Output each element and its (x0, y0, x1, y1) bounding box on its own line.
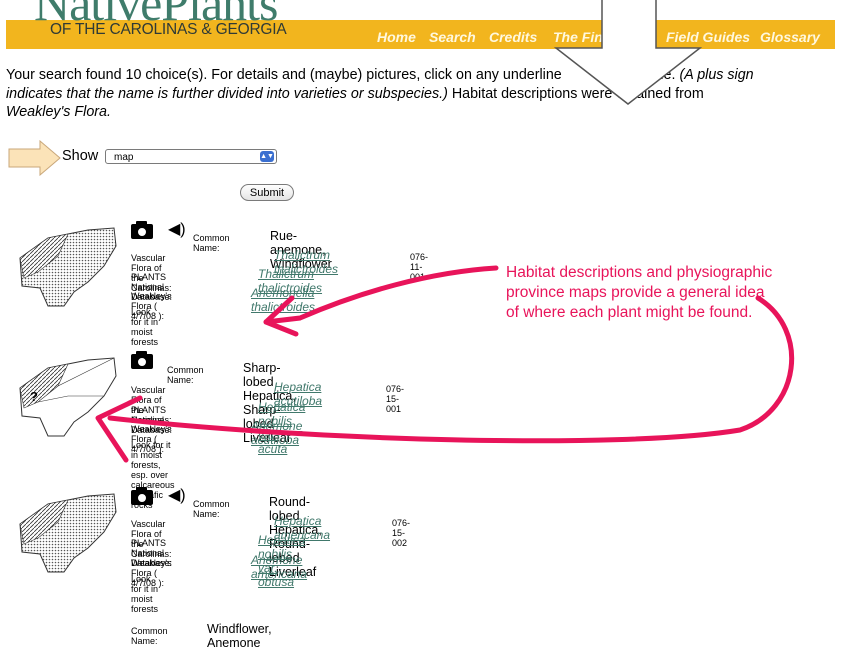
common-name-label: Common Name: (131, 626, 168, 646)
display-select-value: map (114, 152, 134, 163)
vascular-code: 076-11-001 (410, 252, 429, 282)
site-subtitle: OF THE CAROLINAS & GEORGIA (50, 21, 287, 38)
show-label: Show (62, 148, 99, 164)
speaker-icon[interactable]: ◀) (168, 222, 186, 238)
summary-line2-italic: indicates that the name is further divid… (6, 85, 448, 102)
submit-button[interactable]: Submit (240, 184, 294, 201)
camera-icon[interactable] (131, 487, 153, 505)
summary-line2-rest: Habitat descriptions were obtained from (451, 85, 704, 102)
nav-field-guides[interactable]: Field Guides (666, 29, 750, 45)
nav-the-finder[interactable]: The Fin (553, 29, 603, 45)
weakley-link[interactable]: Anemone acutiloba (251, 419, 302, 447)
vascular-code: 076-15-001 (386, 384, 405, 414)
common-name-label: Common Name: (167, 365, 204, 385)
habitat-text: Look for it in moist forests (131, 307, 159, 347)
weakley-link[interactable]: Anemone americana (251, 553, 307, 581)
select-arrows-icon: ▲▼ (260, 151, 274, 162)
range-map[interactable] (18, 226, 120, 308)
common-name-label: Common Name: (193, 233, 230, 253)
summary-line1-end: name. (635, 67, 676, 83)
speaker-icon[interactable]: ◀) (168, 488, 186, 504)
camera-icon[interactable] (131, 221, 153, 239)
annotation-callout: Habitat descriptions and physiographic p… (506, 264, 773, 321)
weakley-link[interactable]: Anemonella thalictroides (251, 286, 315, 314)
nav-glossary[interactable]: Glossary (760, 29, 820, 45)
common-name-label: Common Name: (193, 499, 230, 519)
camera-icon[interactable] (131, 351, 153, 369)
summary-line1-italic: (A plus sign (679, 67, 754, 83)
vascular-code: 076-15-002 (392, 518, 411, 548)
search-summary: Your search found 10 choice(s). For deta… (6, 66, 806, 122)
nav-credits[interactable]: Credits (489, 29, 537, 45)
nav-search[interactable]: Search (429, 29, 476, 45)
summary-weakley-ref: Weakley's Flora. (6, 104, 111, 120)
habitat-text: Look for it in moist forests (131, 574, 159, 614)
unknown-range-marker: ? (30, 389, 38, 404)
nav-home[interactable]: Home (377, 29, 416, 45)
pointer-arrow-icon (8, 140, 61, 176)
common-name: Windflower, Anemone (207, 622, 272, 650)
display-select[interactable]: map ▲▼ (105, 149, 277, 164)
summary-line1: Your search found 10 choice(s). For deta… (6, 67, 562, 83)
range-map[interactable] (18, 492, 120, 574)
